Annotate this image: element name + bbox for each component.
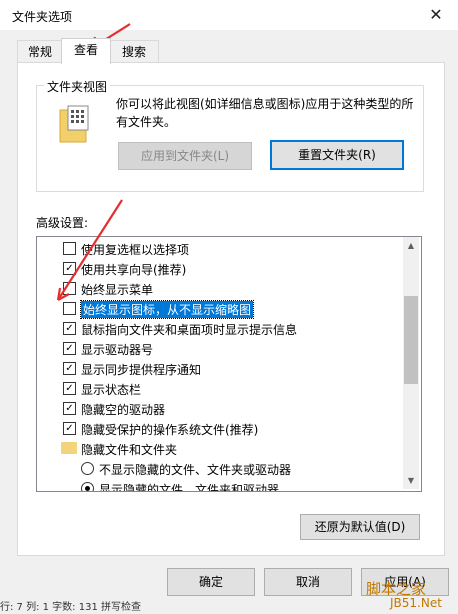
tab-view[interactable]: 查看	[61, 38, 111, 64]
arrow-line	[57, 199, 123, 301]
annotation-arrows	[56, 23, 131, 301]
